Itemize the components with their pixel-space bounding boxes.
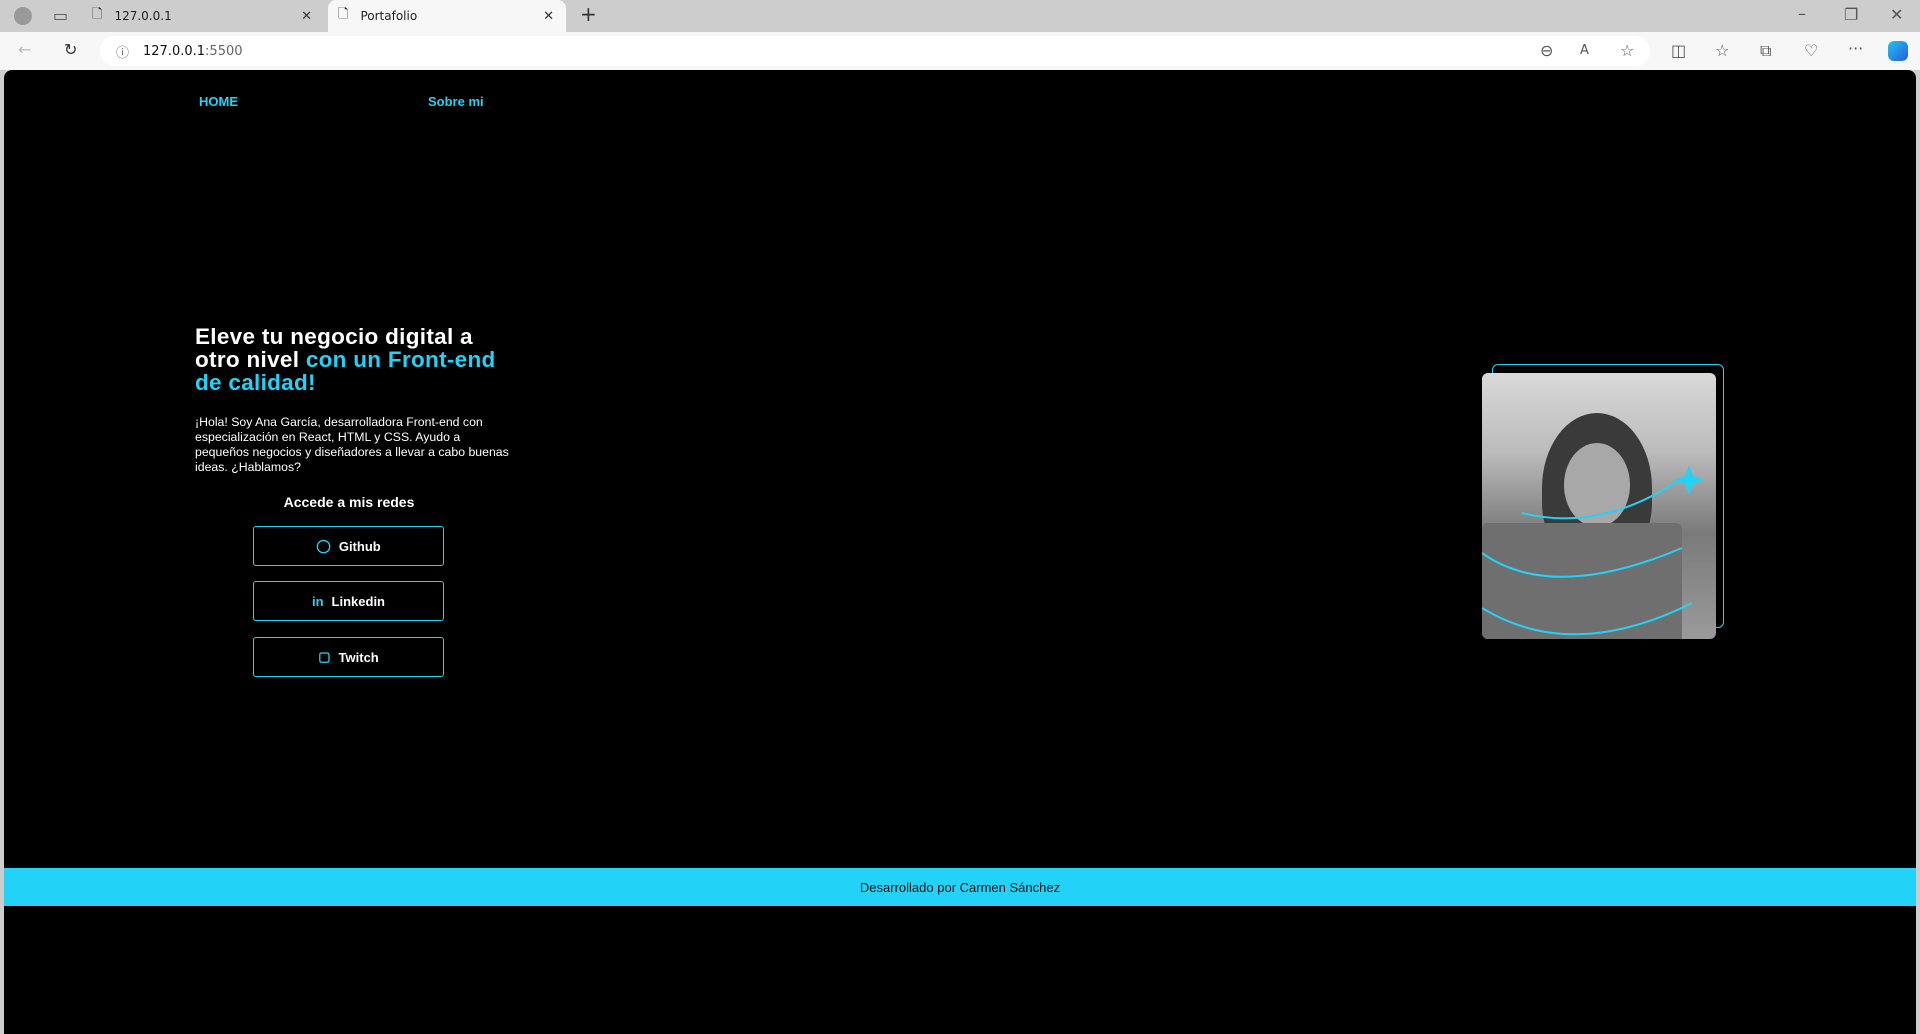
browser-tab-bar: ▭ 🗋 127.0.0.1 ✕ 🗋 Portafolio ✕ + – ❐ ✕ — [0, 0, 1920, 32]
linkedin-icon: in — [311, 593, 324, 609]
close-tab-icon[interactable]: ✕ — [543, 9, 554, 24]
site-info-icon[interactable]: ⓘ — [116, 42, 129, 61]
profile-icon[interactable] — [14, 7, 32, 25]
back-icon[interactable]: ← — [18, 42, 31, 58]
zoom-out-icon[interactable]: ⊖ — [1540, 43, 1553, 59]
browser-essentials-icon[interactable]: ♡ — [1804, 43, 1818, 59]
reload-icon[interactable]: ↻ — [64, 42, 77, 58]
close-tab-icon[interactable]: ✕ — [301, 9, 312, 24]
social-heading: Accede a mis redes — [283, 494, 415, 510]
favorites-icon[interactable]: ☆ — [1715, 43, 1729, 59]
read-aloud-icon[interactable]: A — [1580, 43, 1589, 59]
portfolio-page: HOME Sobre mi Eleve tu negocio digital a… — [4, 70, 1916, 1034]
address-bar: ← ↻ ⓘ 127.0.0.1:5500 ⊖ A ☆ ◫ ☆ ⧉ ♡ ··· — [0, 32, 1920, 70]
collections-icon[interactable]: ⧉ — [1760, 43, 1771, 59]
footer: Desarrollado por Carmen Sánchez — [4, 868, 1916, 906]
favorite-star-icon[interactable]: ☆ — [1620, 43, 1634, 59]
nav-home[interactable]: HOME — [199, 94, 238, 109]
tab-actions-icon[interactable]: ▭ — [53, 8, 68, 24]
profile-photo — [1482, 373, 1716, 639]
twitch-icon: ▢ — [318, 649, 331, 664]
copilot-icon[interactable] — [1888, 41, 1908, 61]
close-window-icon[interactable]: ✕ — [1890, 7, 1903, 23]
restore-icon[interactable]: ❐ — [1844, 7, 1858, 23]
new-tab-icon[interactable]: + — [580, 4, 597, 24]
linkedin-button[interactable]: in Linkedin — [253, 581, 444, 621]
github-button[interactable]: ◯ Github — [253, 526, 444, 566]
file-icon: 🗋 — [92, 7, 103, 22]
github-icon: ◯ — [316, 538, 331, 553]
nav-sobre-mi[interactable]: Sobre mi — [428, 94, 484, 109]
more-icon[interactable]: ··· — [1848, 41, 1863, 57]
tab-localhost[interactable]: 🗋 127.0.0.1 ✕ — [92, 0, 324, 32]
page-icon: 🗋 — [338, 7, 349, 22]
hero-title: Eleve tu negocio digital a otro nivel co… — [195, 324, 496, 395]
sparkle-icon — [1674, 465, 1704, 495]
hero-intro: ¡Hola! Soy Ana García, desarrolladora Fr… — [195, 415, 509, 474]
split-screen-icon[interactable]: ◫ — [1671, 43, 1686, 59]
url-input[interactable]: ⓘ 127.0.0.1:5500 ⊖ A ☆ — [100, 36, 1650, 66]
twitch-button[interactable]: ▢ Twitch — [253, 637, 444, 677]
decorative-arcs — [1482, 465, 1704, 636]
tab-portafolio[interactable]: 🗋 Portafolio ✕ — [328, 0, 566, 32]
minimize-icon[interactable]: – — [1798, 6, 1806, 22]
